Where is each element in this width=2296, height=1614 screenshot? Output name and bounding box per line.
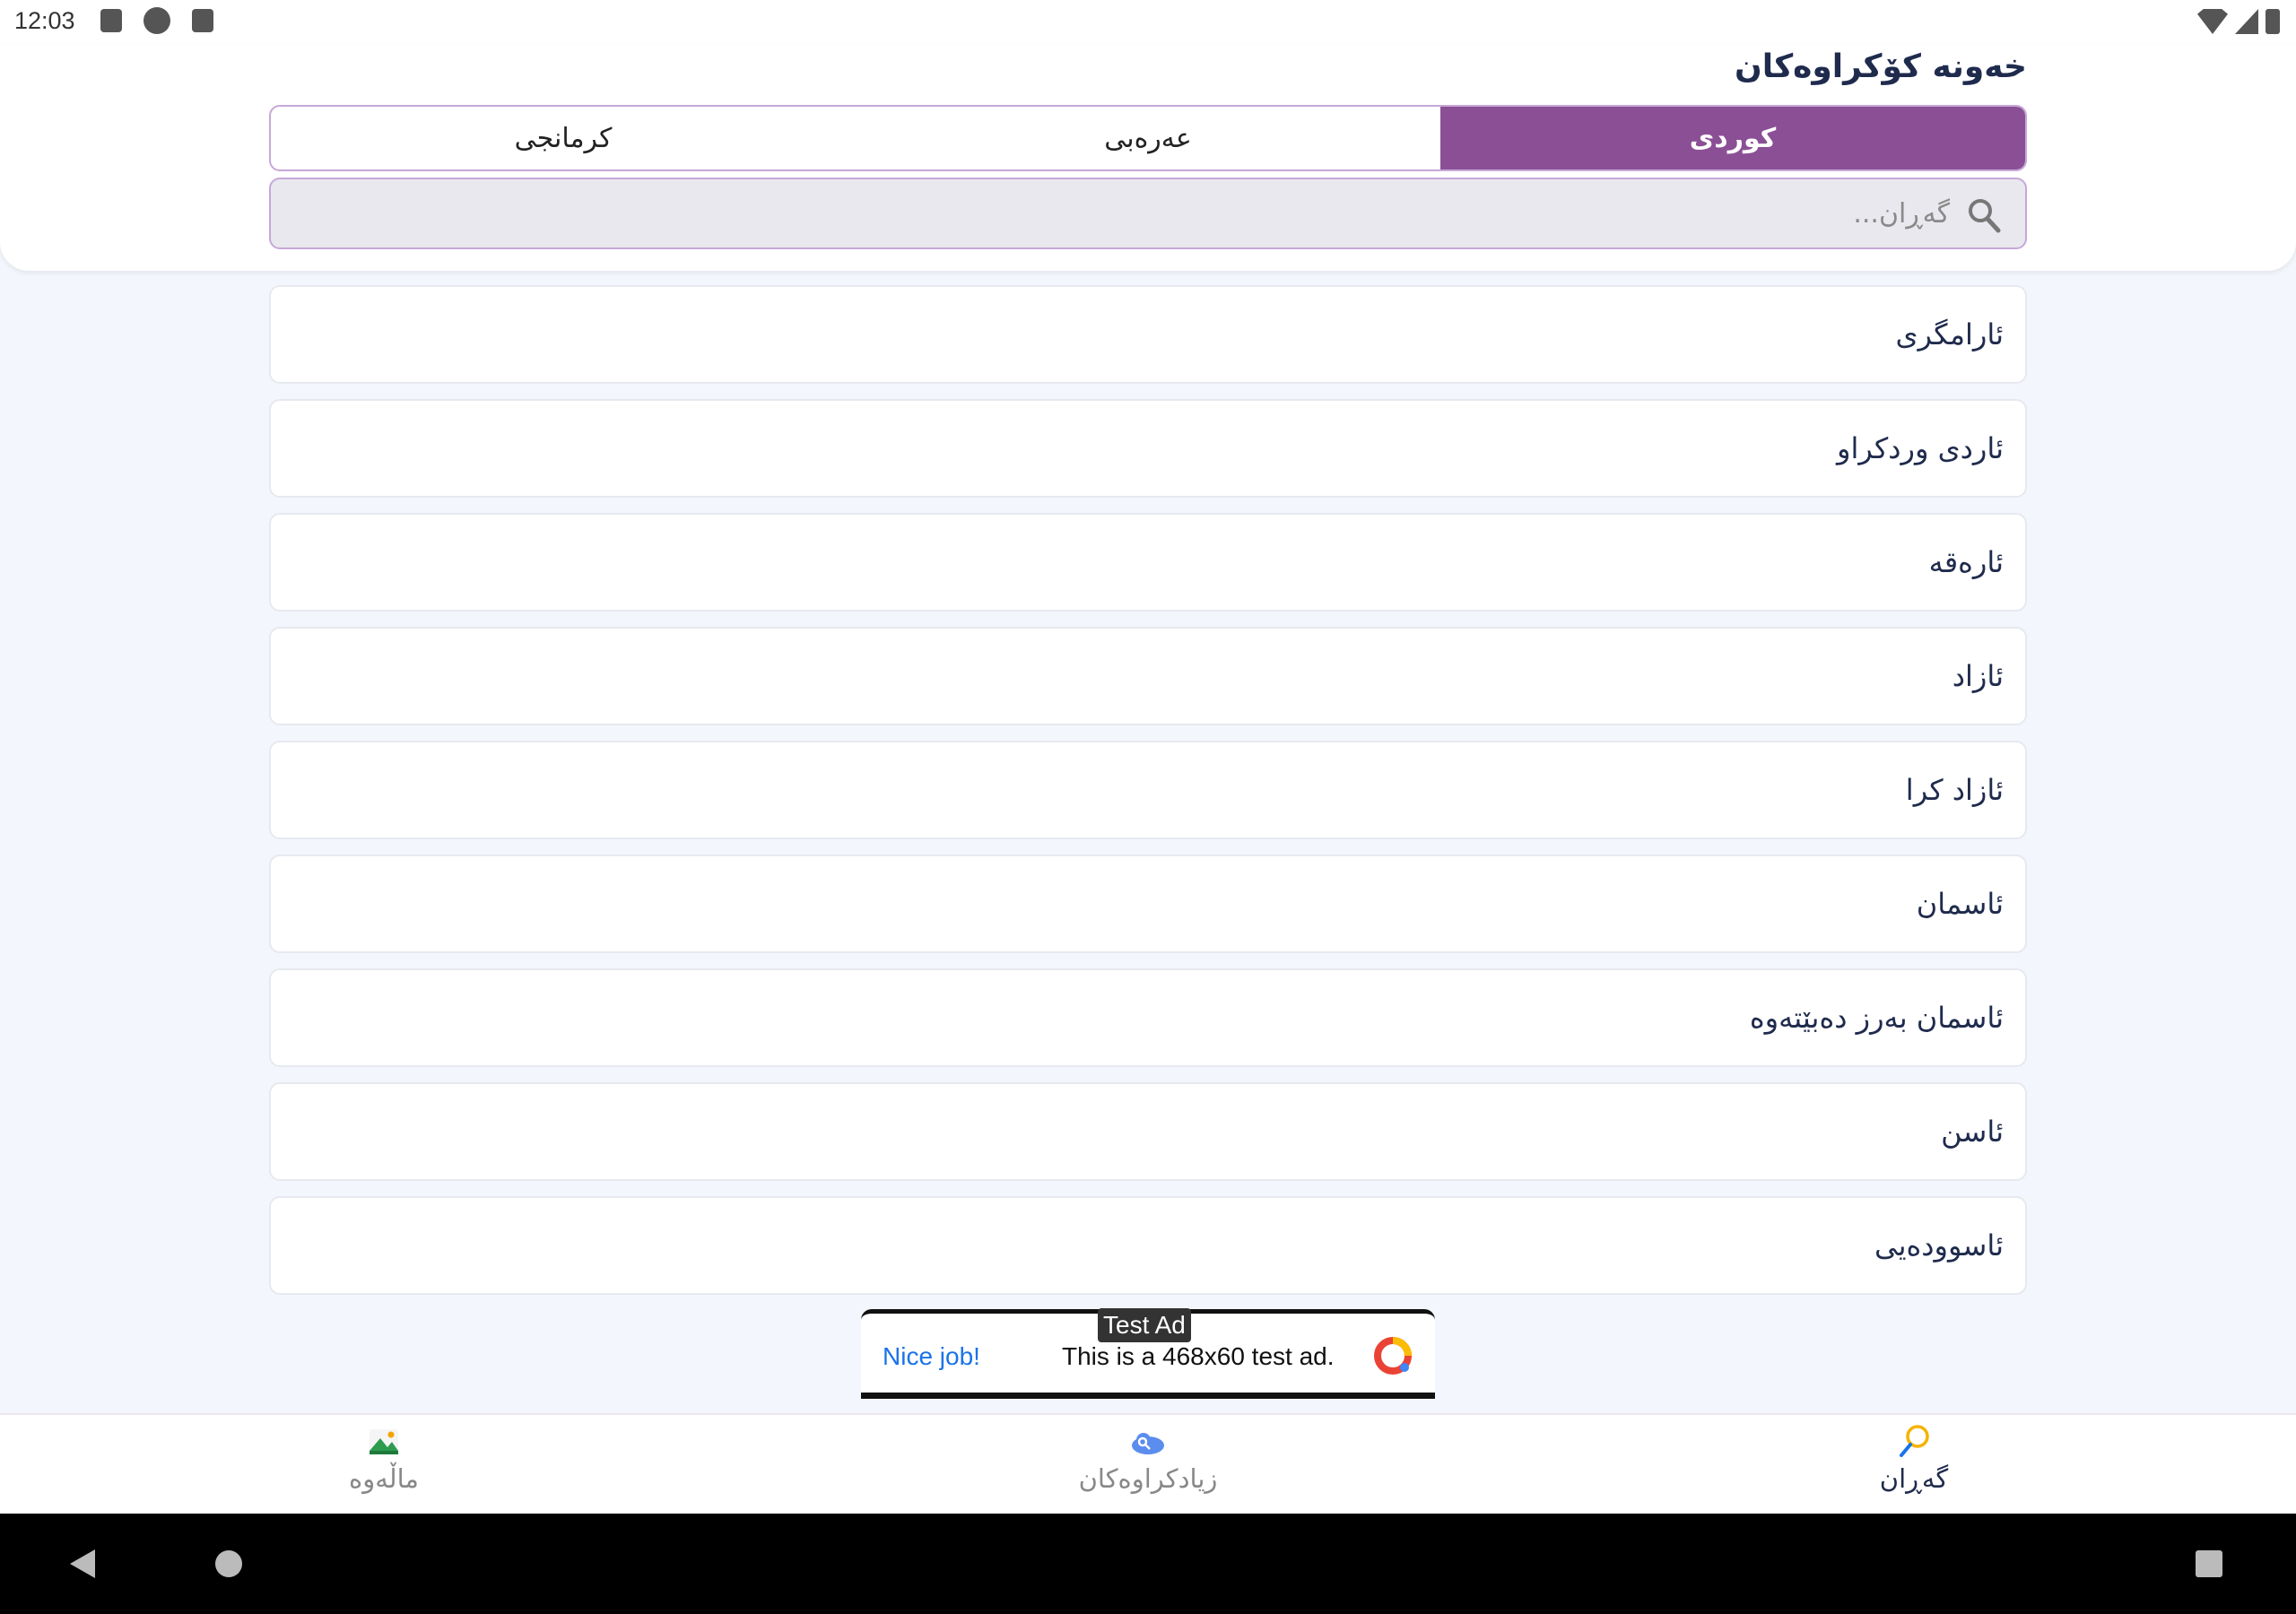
ad-banner[interactable]: Test Ad Nice job! This is a 468x60 test … (861, 1308, 1435, 1399)
app-screen: 12:03 خەونە کۆکراوەکان کوردی عەرەبی کرما… (0, 0, 2296, 1614)
tab-arabic[interactable]: عەرەبی (856, 107, 1440, 169)
list-item[interactable]: ئارامگری (269, 285, 2027, 384)
list-item[interactable]: ئازاد کرا (269, 741, 2027, 839)
sd-card-icon (192, 9, 213, 32)
ad-text: This is a 468x60 test ad. (1062, 1342, 1335, 1370)
back-icon[interactable] (70, 1549, 95, 1578)
list-item[interactable]: ئاسوودەیی (269, 1196, 2027, 1295)
wifi-icon (2197, 9, 2228, 34)
dream-list: ئارامگری ئاردی وردکراو ئارەقە ئازاد ئازا… (269, 285, 2027, 1310)
page-title: خەونە کۆکراوەکان (1734, 48, 2027, 85)
cloud-search-icon (1132, 1433, 1164, 1454)
status-time: 12:03 (14, 7, 75, 34)
search-icon[interactable] (1966, 195, 2002, 235)
image-home-icon (370, 1429, 398, 1454)
list-item[interactable]: ئاسمان بەرز دەبێتەوە (269, 968, 2027, 1067)
magnifier-icon (1900, 1425, 1929, 1457)
bottom-nav: ماڵەوە زیادکراوەکان گەڕان (0, 1413, 2296, 1514)
ad-logo-icon (1374, 1337, 1412, 1375)
home-icon[interactable] (215, 1550, 242, 1577)
battery-icon (2266, 9, 2280, 34)
nav-home[interactable]: ماڵەوە (249, 1422, 518, 1512)
header-card: خەونە کۆکراوەکان کوردی عەرەبی کرمانجی (0, 45, 2296, 271)
nav-added[interactable]: زیادکراوەکان (1013, 1422, 1283, 1512)
language-tabs: کوردی عەرەبی کرمانجی (269, 105, 2027, 171)
recents-icon[interactable] (2196, 1550, 2222, 1577)
tab-kurdish[interactable]: کوردی (1440, 107, 2025, 169)
status-icons-right (2197, 9, 2280, 34)
font-icon (100, 9, 122, 32)
status-bar: 12:03 (0, 0, 2296, 45)
tab-kurmanji[interactable]: کرمانجی (271, 107, 856, 169)
nav-added-label: زیادکراوەکان (1078, 1463, 1218, 1494)
nav-home-label: ماڵەوە (349, 1463, 419, 1494)
list-item[interactable]: ئازاد (269, 627, 2027, 725)
search-box (269, 178, 2027, 249)
list-item[interactable]: ئارەقە (269, 513, 2027, 612)
list-item[interactable]: ئاسمان (269, 855, 2027, 953)
nav-search[interactable]: گەڕان (1779, 1422, 2048, 1512)
ad-cta[interactable]: Nice job! (883, 1342, 980, 1371)
app-icon (144, 7, 170, 34)
list-item[interactable]: ئاسن (269, 1082, 2027, 1181)
status-icons-left (100, 7, 213, 34)
search-input[interactable] (425, 179, 1950, 247)
nav-search-label: گەڕان (1879, 1463, 1949, 1494)
signal-icon (2235, 9, 2258, 34)
list-item[interactable]: ئاردی وردکراو (269, 399, 2027, 498)
system-nav-bar (0, 1514, 2296, 1614)
ad-label: Test Ad (1098, 1308, 1191, 1342)
